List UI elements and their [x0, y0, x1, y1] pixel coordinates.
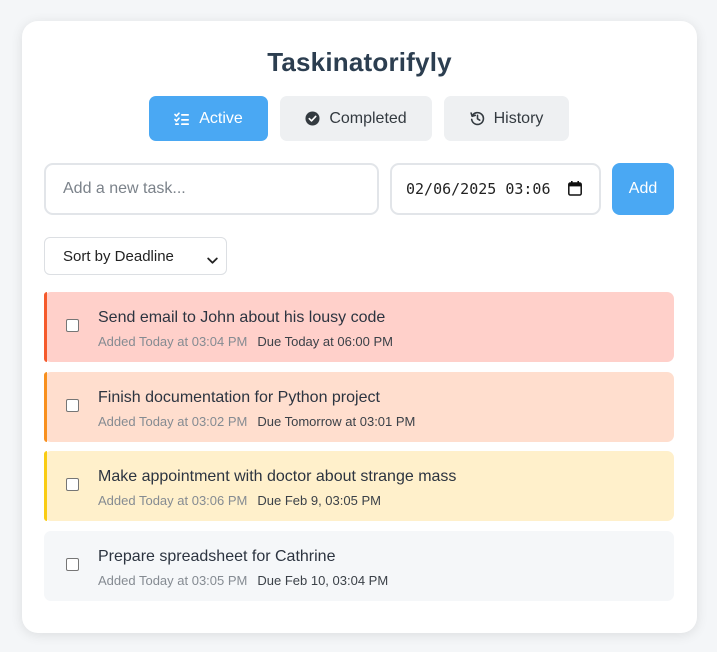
add-task-button[interactable]: Add — [612, 163, 674, 215]
task-item: Finish documentation for Python project … — [44, 372, 674, 442]
chevron-down-icon — [207, 252, 218, 269]
task-title: Make appointment with doctor about stran… — [98, 468, 457, 485]
sort-selected-value: Sort by Deadline — [63, 247, 174, 265]
task-title: Send email to John about his lousy code — [98, 309, 386, 326]
task-checkbox[interactable] — [66, 399, 79, 412]
task-item: Prepare spreadsheet for Cathrine Added T… — [44, 531, 674, 601]
task-meta: Added Today at 03:06 PM Due Feb 9, 03:05 … — [98, 493, 381, 508]
task-added-date: Added Today at 03:04 PM — [98, 334, 248, 349]
sort-select[interactable]: Sort by Deadline — [44, 237, 227, 275]
task-due-date: Due Today at 06:00 PM — [257, 334, 393, 349]
check-circle-icon — [305, 111, 320, 126]
urgency-bar — [44, 372, 47, 442]
calendar-icon[interactable] — [568, 181, 582, 200]
tab-history-label: History — [493, 109, 544, 127]
task-meta: Added Today at 03:04 PM Due Today at 06:0… — [98, 334, 393, 349]
tab-active[interactable]: Active — [149, 96, 268, 141]
deadline-value: 02/06/2025 03:06 — [406, 180, 551, 198]
task-meta: Added Today at 03:02 PM Due Tomorrow at 0… — [98, 414, 415, 429]
task-checkbox[interactable] — [66, 558, 79, 571]
tab-active-label: Active — [199, 109, 243, 127]
new-task-input[interactable] — [44, 163, 379, 215]
task-title: Finish documentation for Python project — [98, 389, 380, 406]
task-added-date: Added Today at 03:02 PM — [98, 414, 248, 429]
task-card: Taskinatorifyly Active Completed History… — [22, 21, 697, 633]
task-item: Make appointment with doctor about stran… — [44, 451, 674, 521]
deadline-datetime-input[interactable]: 02/06/2025 03:06 — [390, 163, 601, 215]
task-item: Send email to John about his lousy code … — [44, 292, 674, 362]
task-meta: Added Today at 03:05 PM Due Feb 10, 03:04… — [98, 573, 388, 588]
task-due-date: Due Tomorrow at 03:01 PM — [257, 414, 416, 429]
task-checkbox[interactable] — [66, 319, 79, 332]
task-added-date: Added Today at 03:05 PM — [98, 573, 248, 588]
task-due-date: Due Feb 9, 03:05 PM — [257, 493, 381, 508]
task-checkbox[interactable] — [66, 478, 79, 491]
history-icon — [469, 111, 485, 126]
checklist-icon — [174, 111, 190, 126]
task-due-date: Due Feb 10, 03:04 PM — [257, 573, 389, 588]
task-title: Prepare spreadsheet for Cathrine — [98, 548, 336, 565]
app-title: Taskinatorifyly — [267, 47, 452, 77]
task-added-date: Added Today at 03:06 PM — [98, 493, 248, 508]
tab-history[interactable]: History — [444, 96, 569, 141]
tab-completed-label: Completed — [329, 109, 407, 127]
urgency-bar — [44, 451, 47, 521]
urgency-bar — [44, 292, 47, 362]
tab-completed[interactable]: Completed — [280, 96, 432, 141]
